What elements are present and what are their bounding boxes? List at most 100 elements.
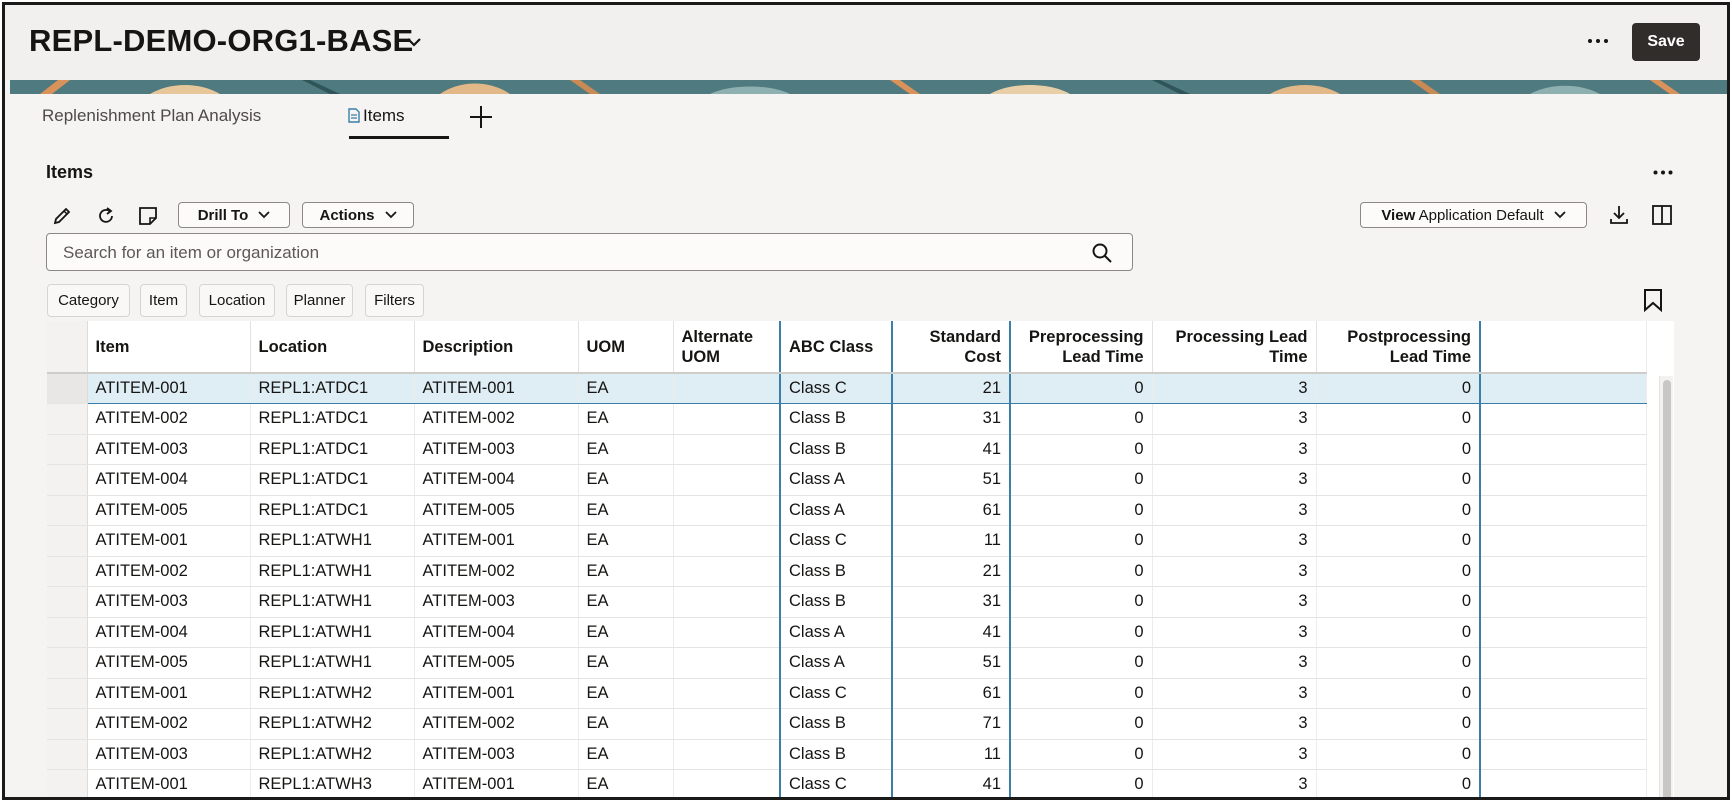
cell-standard-cost[interactable]: 11 xyxy=(892,525,1011,557)
table-row[interactable]: ATITEM-005 REPL1:ATWH1 ATITEM-005 EA Class A… xyxy=(47,647,1647,679)
cell-processing-lead-time[interactable]: 3 xyxy=(1152,586,1317,618)
column-header-postprocessing-lead-time[interactable]: Postprocessing Lead Time xyxy=(1316,321,1481,374)
cell-location[interactable]: REPL1:ATDC1 xyxy=(250,495,415,526)
cell-preprocessing-lead-time[interactable]: 0 xyxy=(1010,434,1153,465)
cell-alternate-uom[interactable] xyxy=(673,769,781,797)
cell-location[interactable]: REPL1:ATDC1 xyxy=(250,403,415,435)
cell-description[interactable]: ATITEM-001 xyxy=(414,372,579,404)
cell-abc-class[interactable]: Class A xyxy=(780,495,893,526)
cell-location[interactable]: REPL1:ATWH1 xyxy=(250,586,415,618)
bookmark-icon[interactable] xyxy=(1642,288,1664,312)
cell-standard-cost[interactable]: 41 xyxy=(892,434,1011,465)
cell-abc-class[interactable]: Class A xyxy=(780,617,893,648)
cell-standard-cost[interactable]: 31 xyxy=(892,586,1011,618)
filter-chip-filters[interactable]: Filters xyxy=(365,284,424,317)
cell-preprocessing-lead-time[interactable]: 0 xyxy=(1010,372,1153,404)
row-selector[interactable] xyxy=(47,464,88,496)
column-header-description[interactable]: Description xyxy=(414,321,579,374)
table-row[interactable]: ATITEM-002 REPL1:ATDC1 ATITEM-002 EA Class B… xyxy=(47,403,1647,435)
cell-abc-class[interactable]: Class B xyxy=(780,708,893,740)
cell-postprocessing-lead-time[interactable]: 0 xyxy=(1316,403,1481,435)
cell-standard-cost[interactable]: 21 xyxy=(892,372,1011,404)
cell-postprocessing-lead-time[interactable]: 0 xyxy=(1316,769,1481,797)
drill-to-button[interactable]: Drill To xyxy=(178,202,290,228)
cell-description[interactable]: ATITEM-001 xyxy=(414,769,579,797)
cell-uom[interactable]: EA xyxy=(578,556,674,587)
cell-postprocessing-lead-time[interactable]: 0 xyxy=(1316,617,1481,648)
cell-alternate-uom[interactable] xyxy=(673,434,781,465)
cell-abc-class[interactable]: Class B xyxy=(780,434,893,465)
cell-postprocessing-lead-time[interactable]: 0 xyxy=(1316,464,1481,496)
actions-button[interactable]: Actions xyxy=(302,202,414,228)
cell-abc-class[interactable]: Class B xyxy=(780,556,893,587)
vertical-scrollbar[interactable] xyxy=(1659,376,1673,797)
table-row[interactable]: ATITEM-001 REPL1:ATWH1 ATITEM-001 EA Class C… xyxy=(47,525,1647,557)
cell-postprocessing-lead-time[interactable]: 0 xyxy=(1316,586,1481,618)
row-selector[interactable] xyxy=(47,769,88,797)
cell-abc-class[interactable]: Class A xyxy=(780,464,893,496)
cell-preprocessing-lead-time[interactable]: 0 xyxy=(1010,617,1153,648)
cell-standard-cost[interactable]: 51 xyxy=(892,464,1011,496)
cell-alternate-uom[interactable] xyxy=(673,556,781,587)
cell-description[interactable]: ATITEM-002 xyxy=(414,403,579,435)
cell-item[interactable]: ATITEM-005 xyxy=(87,495,251,526)
cell-postprocessing-lead-time[interactable]: 0 xyxy=(1316,678,1481,709)
cell-standard-cost[interactable]: 41 xyxy=(892,769,1011,797)
cell-item[interactable]: ATITEM-001 xyxy=(87,372,251,404)
edit-pencil-icon[interactable] xyxy=(50,204,74,228)
cell-preprocessing-lead-time[interactable]: 0 xyxy=(1010,739,1153,770)
tab-items[interactable]: Items xyxy=(348,106,405,126)
cell-location[interactable]: REPL1:ATWH1 xyxy=(250,647,415,679)
chevron-down-icon[interactable] xyxy=(405,35,423,49)
cell-location[interactable]: REPL1:ATWH1 xyxy=(250,556,415,587)
cell-item[interactable]: ATITEM-005 xyxy=(87,647,251,679)
cell-item[interactable]: ATITEM-001 xyxy=(87,678,251,709)
column-header-abc-class[interactable]: ABC Class xyxy=(780,321,893,374)
cell-uom[interactable]: EA xyxy=(578,372,674,404)
table-row[interactable]: ATITEM-003 REPL1:ATWH1 ATITEM-003 EA Class B… xyxy=(47,586,1647,618)
cell-postprocessing-lead-time[interactable]: 0 xyxy=(1316,525,1481,557)
row-selector[interactable] xyxy=(47,678,88,709)
table-row[interactable]: ATITEM-002 REPL1:ATWH2 ATITEM-002 EA Class B… xyxy=(47,708,1647,740)
cell-postprocessing-lead-time[interactable]: 0 xyxy=(1316,739,1481,770)
cell-uom[interactable]: EA xyxy=(578,739,674,770)
cell-processing-lead-time[interactable]: 3 xyxy=(1152,464,1317,496)
cell-processing-lead-time[interactable]: 3 xyxy=(1152,678,1317,709)
cell-abc-class[interactable]: Class B xyxy=(780,403,893,435)
cell-item[interactable]: ATITEM-003 xyxy=(87,434,251,465)
search-bar[interactable] xyxy=(46,233,1133,271)
row-selector[interactable] xyxy=(47,647,88,679)
cell-location[interactable]: REPL1:ATDC1 xyxy=(250,372,415,404)
filter-chip-location[interactable]: Location xyxy=(199,284,275,317)
cell-location[interactable]: REPL1:ATWH2 xyxy=(250,739,415,770)
more-options-icon[interactable] xyxy=(1650,162,1676,182)
table-row[interactable]: ATITEM-001 REPL1:ATDC1 ATITEM-001 EA Class C… xyxy=(47,372,1647,404)
row-selector[interactable] xyxy=(47,617,88,648)
row-selector[interactable] xyxy=(47,556,88,587)
add-tab-icon[interactable] xyxy=(468,104,494,130)
cell-preprocessing-lead-time[interactable]: 0 xyxy=(1010,525,1153,557)
cell-abc-class[interactable]: Class C xyxy=(780,769,893,797)
refresh-icon[interactable] xyxy=(94,204,118,228)
cell-alternate-uom[interactable] xyxy=(673,678,781,709)
row-selector[interactable] xyxy=(47,739,88,770)
row-selector[interactable] xyxy=(47,434,88,465)
row-selector[interactable] xyxy=(47,403,88,435)
column-header-location[interactable]: Location xyxy=(250,321,415,374)
cell-alternate-uom[interactable] xyxy=(673,403,781,435)
cell-abc-class[interactable]: Class C xyxy=(780,678,893,709)
cell-postprocessing-lead-time[interactable]: 0 xyxy=(1316,372,1481,404)
table-row[interactable]: ATITEM-001 REPL1:ATWH3 ATITEM-001 EA Class C… xyxy=(47,769,1647,797)
cell-processing-lead-time[interactable]: 3 xyxy=(1152,739,1317,770)
cell-standard-cost[interactable]: 21 xyxy=(892,556,1011,587)
download-icon[interactable] xyxy=(1607,203,1631,227)
cell-uom[interactable]: EA xyxy=(578,678,674,709)
cell-item[interactable]: ATITEM-003 xyxy=(87,739,251,770)
row-selector[interactable] xyxy=(47,373,88,404)
cell-description[interactable]: ATITEM-004 xyxy=(414,617,579,648)
cell-processing-lead-time[interactable]: 3 xyxy=(1152,647,1317,679)
tab-replenishment-plan-analysis[interactable]: Replenishment Plan Analysis xyxy=(42,106,261,126)
cell-description[interactable]: ATITEM-005 xyxy=(414,495,579,526)
cell-alternate-uom[interactable] xyxy=(673,586,781,618)
cell-description[interactable]: ATITEM-003 xyxy=(414,739,579,770)
